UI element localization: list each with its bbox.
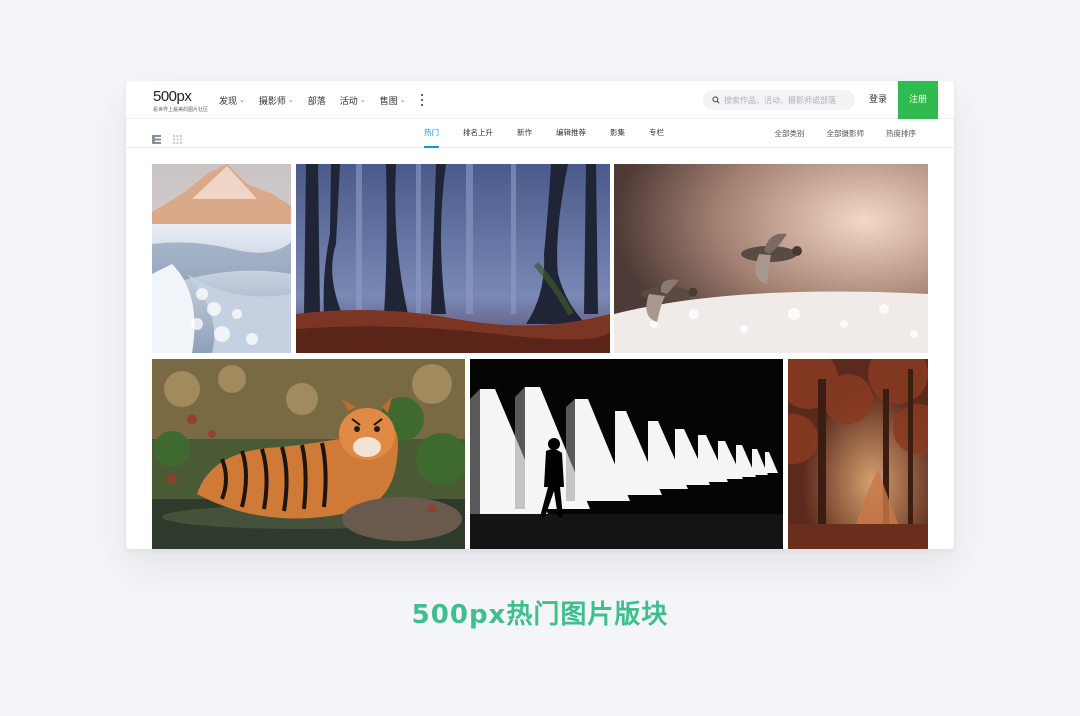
tab-rising[interactable]: 排名上升 bbox=[463, 119, 493, 148]
filter-category[interactable]: 全部类别 bbox=[775, 128, 805, 139]
photo-tiger[interactable] bbox=[152, 359, 465, 549]
tab-editors-choice[interactable]: 编辑推荐 bbox=[556, 119, 586, 148]
nav-item-sell[interactable]: 售图 ⌄ bbox=[380, 94, 406, 107]
filter-bar: 全部类别 全部摄影师 热度排序 bbox=[753, 119, 917, 148]
category-tabs: 热门 排名上升 新作 编辑推荐 影集 专栏 bbox=[424, 119, 688, 148]
tab-albums[interactable]: 影集 bbox=[610, 119, 625, 148]
search-box bbox=[703, 90, 855, 110]
photo-autumn-forest[interactable] bbox=[788, 359, 928, 549]
register-button[interactable]: 注册 bbox=[898, 81, 938, 119]
nav-item-tribes[interactable]: 部落 bbox=[308, 94, 326, 107]
logo[interactable]: 500px 看世界上最美的图片社区 bbox=[153, 88, 209, 114]
tab-new[interactable]: 新作 bbox=[517, 119, 532, 148]
logo-text: 500px bbox=[153, 88, 192, 105]
nav-item-label: 摄影师 bbox=[258, 96, 286, 107]
search-icon bbox=[708, 96, 724, 104]
tab-columns[interactable]: 专栏 bbox=[649, 119, 664, 148]
chevron-down-icon: ⌄ bbox=[359, 96, 366, 104]
nav-item-label: 部落 bbox=[307, 96, 326, 107]
sub-nav: 热门 排名上升 新作 编辑推荐 影集 专栏 全部类别 全部摄影师 热度排序 bbox=[126, 119, 954, 148]
photo-flying-ducks[interactable] bbox=[614, 164, 928, 353]
nav-item-photographers[interactable]: 摄影师 ⌄ bbox=[259, 94, 294, 107]
login-button[interactable]: 登录 bbox=[869, 81, 887, 119]
nav-item-events[interactable]: 活动 ⌄ bbox=[340, 94, 366, 107]
chevron-down-icon: ⌄ bbox=[287, 96, 294, 104]
chevron-down-icon: ⌄ bbox=[399, 96, 406, 104]
list-view-icon[interactable] bbox=[152, 129, 161, 144]
main-menu: 发现 ⌄ 摄影师 ⌄ 部落 活动 ⌄ 售图 ⌄ bbox=[219, 81, 424, 119]
filter-sort[interactable]: 热度排序 bbox=[886, 128, 916, 139]
nav-item-discover[interactable]: 发现 ⌄ bbox=[219, 94, 245, 107]
search-input[interactable] bbox=[724, 95, 849, 105]
page-caption: 500px热门图片版块 bbox=[411, 600, 669, 630]
photo-snowy-mountain[interactable] bbox=[152, 164, 291, 353]
filter-photographer[interactable]: 全部摄影师 bbox=[827, 128, 865, 139]
photo-misty-forest[interactable] bbox=[296, 164, 610, 353]
grid-view-icon[interactable] bbox=[173, 129, 182, 144]
app-window: 500px 看世界上最美的图片社区 发现 ⌄ 摄影师 ⌄ 部落 活动 ⌄ 售图 … bbox=[126, 81, 954, 549]
logo-tagline: 看世界上最美的图片社区 bbox=[153, 107, 209, 113]
nav-item-label: 活动 bbox=[339, 96, 358, 107]
nav-item-label: 售图 bbox=[379, 96, 398, 107]
view-toggle bbox=[152, 129, 182, 144]
chevron-down-icon: ⌄ bbox=[239, 96, 245, 104]
vertical-ellipsis-icon[interactable] bbox=[420, 94, 424, 106]
photo-silhouette-light[interactable] bbox=[470, 359, 783, 549]
tab-popular[interactable]: 热门 bbox=[424, 119, 439, 148]
top-nav: 500px 看世界上最美的图片社区 发现 ⌄ 摄影师 ⌄ 部落 活动 ⌄ 售图 … bbox=[126, 81, 954, 119]
nav-item-label: 发现 bbox=[219, 96, 238, 107]
